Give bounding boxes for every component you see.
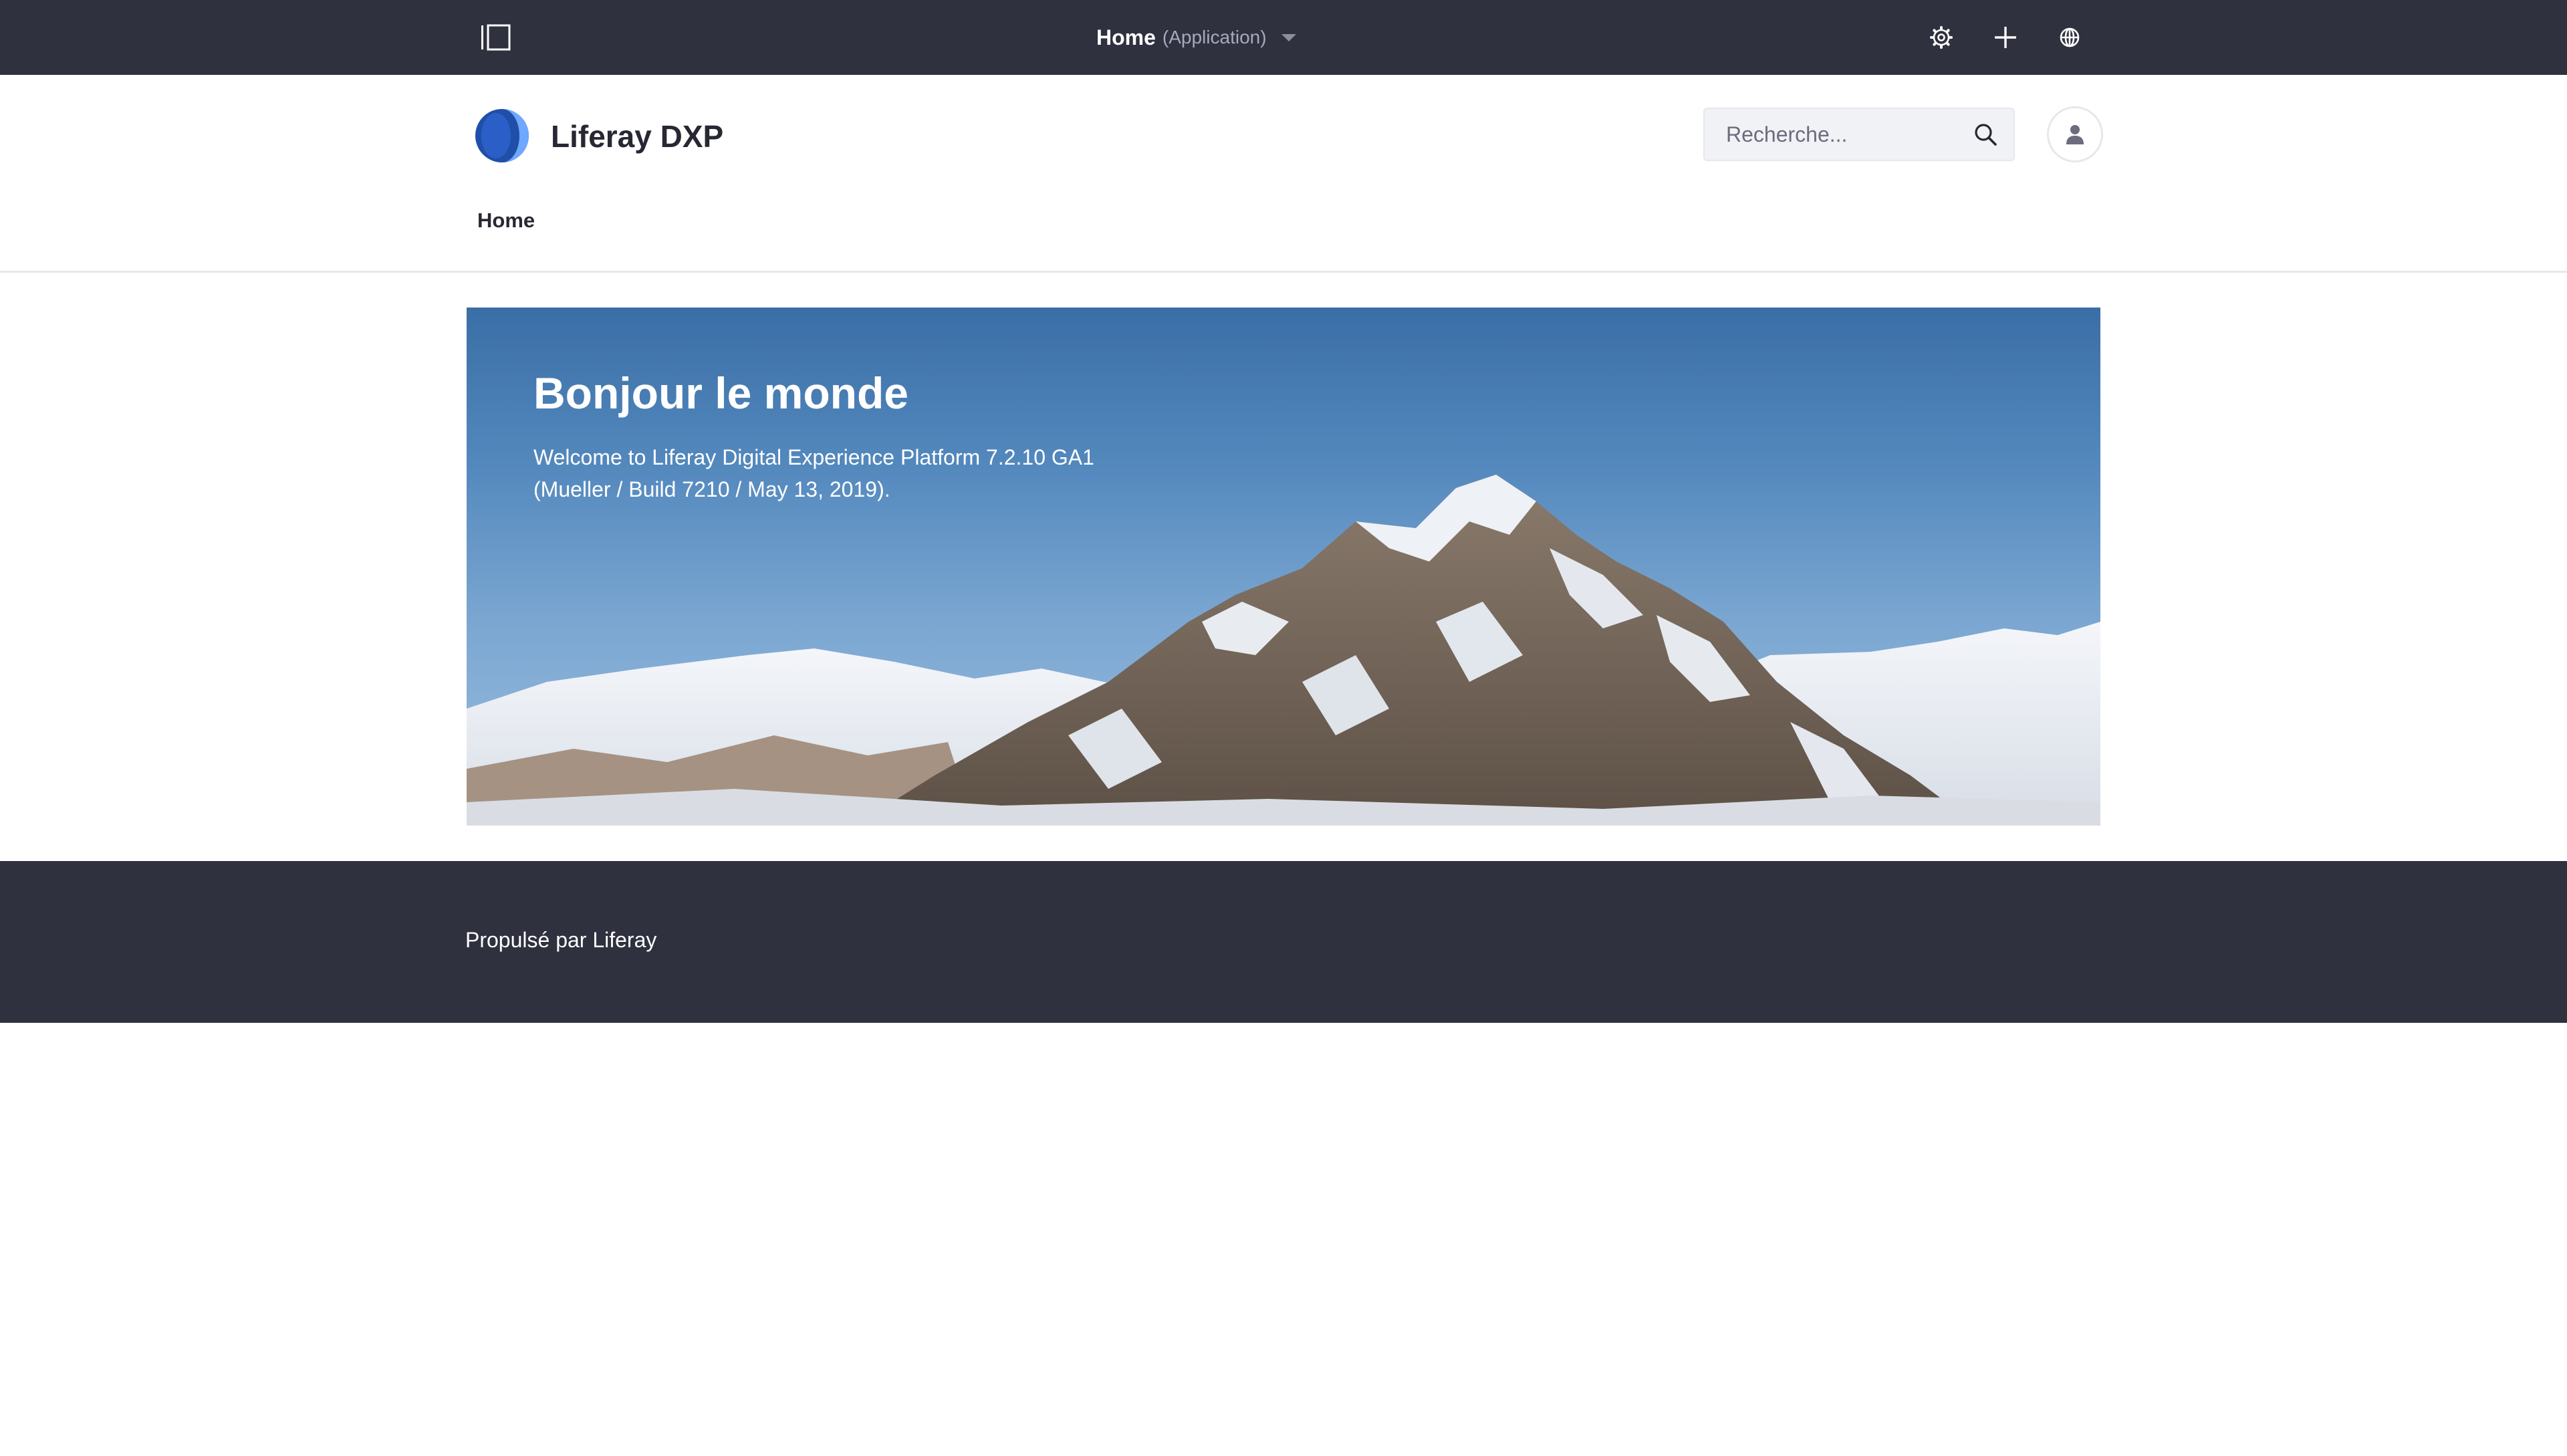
page-type-label: (Application): [1162, 27, 1267, 47]
control-menu: Home (Application): [0, 0, 2567, 75]
product-menu-toggle-icon[interactable]: [480, 23, 512, 52]
page-title-dropdown[interactable]: Home (Application): [1096, 20, 1296, 55]
search-icon[interactable]: [1972, 121, 1999, 148]
site-footer: Propulsé par Liferay: [0, 861, 2567, 1023]
nav-item-home[interactable]: Home: [477, 209, 535, 233]
banner-text: Welcome to Liferay Digital Experience Pl…: [533, 445, 1094, 501]
hero-banner: Bonjour le monde Welcome to Liferay Digi…: [467, 308, 2100, 826]
add-icon[interactable]: [1989, 21, 2022, 53]
powered-by-link[interactable]: Propulsé par Liferay: [465, 928, 656, 953]
site-logo[interactable]: [475, 108, 529, 163]
page-title: Home: [1096, 25, 1156, 49]
search-box: [1703, 108, 2015, 161]
user-icon: [2066, 125, 2084, 144]
banner-title: Bonjour le monde: [533, 368, 908, 418]
caret-down-icon: [1281, 33, 1296, 41]
site-header: Liferay DXP Home: [0, 75, 2567, 273]
simulation-icon[interactable]: [2054, 21, 2086, 53]
gear-icon[interactable]: [1925, 21, 1957, 53]
user-avatar-button[interactable]: [2047, 106, 2103, 162]
site-name[interactable]: Liferay DXP: [551, 112, 723, 160]
search-input[interactable]: [1705, 109, 1965, 160]
